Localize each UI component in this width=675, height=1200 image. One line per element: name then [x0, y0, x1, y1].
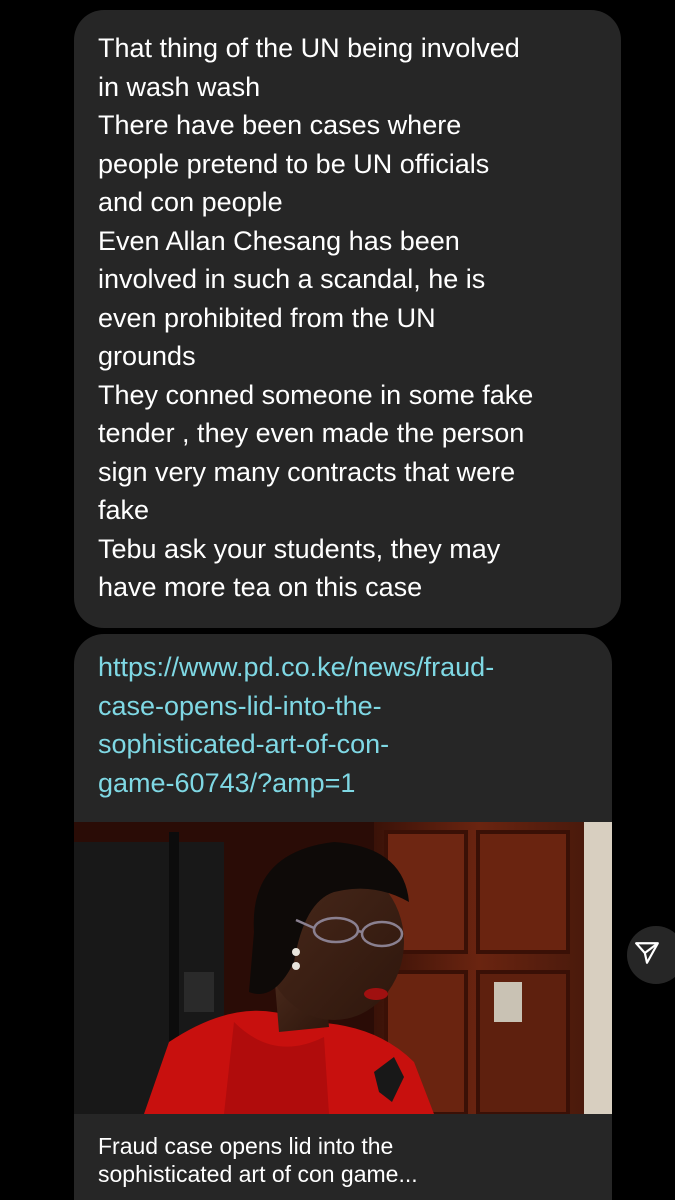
link-url-line[interactable]: sophisticated-art-of-con-: [98, 725, 598, 764]
message-bubble[interactable]: That thing of the UN being involved in w…: [74, 10, 621, 628]
link-preview-image[interactable]: [74, 822, 612, 1114]
share-button[interactable]: [627, 926, 675, 984]
message-text-line: Tebu ask your students, they may: [98, 533, 501, 564]
shared-link[interactable]: https://www.pd.co.ke/news/fraud- case-op…: [98, 648, 598, 802]
message-text-line: fake: [98, 495, 150, 525]
link-message-bubble[interactable]: https://www.pd.co.ke/news/fraud- case-op…: [74, 634, 612, 1200]
message-text-line: even prohibited from the UN: [98, 302, 436, 333]
message-text-line: There have been cases where: [98, 110, 462, 140]
message-text-line: have more tea on this case: [98, 572, 423, 602]
message-text-line: in wash wash: [98, 71, 261, 102]
message-text-line: people pretend to be UN officials: [98, 148, 490, 179]
message-text-line: That thing of the UN being involved: [98, 33, 520, 63]
message-text-line: tender , they even made the person: [98, 418, 525, 448]
link-preview-title[interactable]: Fraud case opens lid into the sophistica…: [98, 1132, 598, 1188]
preview-title-line: sophisticated art of con game...: [98, 1161, 418, 1187]
paper-plane-icon: [634, 940, 660, 971]
message-text-line: They conned someone in some fake: [98, 379, 534, 410]
preview-title-line: Fraud case opens lid into the: [98, 1133, 394, 1159]
link-url-line[interactable]: https://www.pd.co.ke/news/fraud-: [98, 648, 598, 687]
link-url-line[interactable]: case-opens-lid-into-the-: [98, 687, 598, 726]
message-text-line: and con people: [98, 187, 283, 217]
link-url-line[interactable]: game-60743/?amp=1: [98, 764, 598, 803]
message-text-line: involved in such a scandal, he is: [98, 264, 486, 294]
message-text-line: Even Allan Chesang has been: [98, 225, 460, 256]
message-text-line: grounds: [98, 341, 196, 371]
message-text-line: sign very many contracts that were: [98, 456, 516, 487]
